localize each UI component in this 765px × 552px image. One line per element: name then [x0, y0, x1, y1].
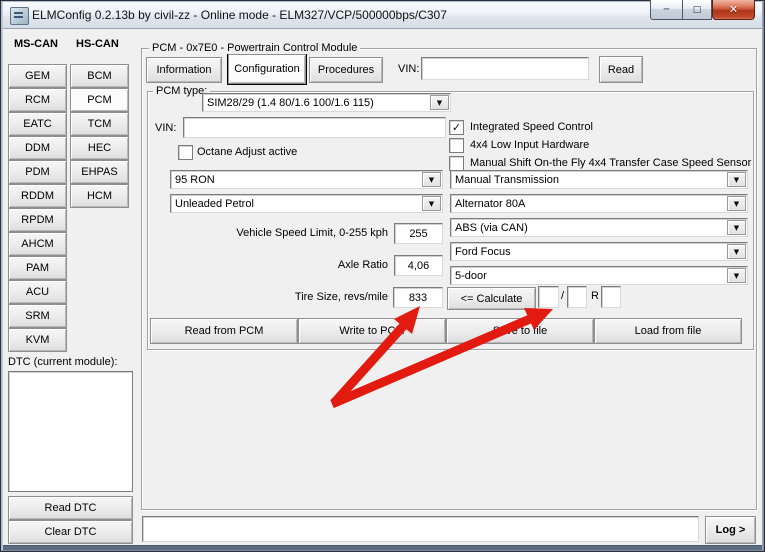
module-button-hec[interactable]: HEC: [70, 136, 129, 160]
speed-limit-label: Vehicle Speed Limit, 0-255 kph: [200, 227, 388, 239]
module-button-gem[interactable]: GEM: [8, 64, 67, 88]
dropdown-arrow-icon[interactable]: ▼: [727, 196, 746, 211]
module-button-tcm[interactable]: TCM: [70, 112, 129, 136]
manual-shift-checkbox[interactable]: ✓: [449, 156, 464, 171]
maximize-icon[interactable]: □: [682, 0, 712, 20]
module-button-kvm[interactable]: KVM: [8, 328, 67, 352]
tire-r-label: R: [591, 290, 599, 302]
clear-dtc-button[interactable]: Clear DTC: [8, 520, 133, 544]
tire-size-label: Tire Size, revs/mile: [200, 291, 388, 303]
alternator-value: Alternator 80A: [451, 198, 726, 210]
dropdown-arrow-icon[interactable]: ▼: [422, 172, 441, 187]
module-button-ahcm[interactable]: AHCM: [8, 232, 67, 256]
module-button-srm[interactable]: SRM: [8, 304, 67, 328]
module-button-pcm-selected[interactable]: PCM: [70, 88, 129, 112]
4x4-low-input-label: 4x4 Low Input Hardware: [470, 139, 589, 151]
dropdown-arrow-icon[interactable]: ▼: [727, 244, 746, 259]
read-vin-button[interactable]: Read: [599, 56, 643, 83]
write-to-pcm-button[interactable]: Write to PCM: [298, 318, 446, 344]
check-icon: ✓: [452, 122, 461, 133]
model-combo[interactable]: Ford Focus ▼: [450, 242, 748, 261]
octane-adjust-label: Octane Adjust active: [197, 146, 297, 158]
fuel-type-combo[interactable]: Unleaded Petrol ▼: [170, 194, 443, 213]
module-button-eatc[interactable]: EATC: [8, 112, 67, 136]
speed-limit-input[interactable]: [394, 223, 443, 244]
app-icon: [10, 7, 29, 25]
octane-rating-value: 95 RON: [171, 174, 421, 186]
tire-width-input[interactable]: [538, 286, 559, 308]
module-button-hcm[interactable]: HCM: [70, 184, 129, 208]
body-style-value: 5-door: [451, 270, 726, 282]
pcm-type-value: SIM28/29 (1.4 80/1.6 100/1.6 115): [203, 97, 429, 109]
module-button-rcm[interactable]: RCM: [8, 88, 67, 112]
module-button-rpdm[interactable]: RPDM: [8, 208, 67, 232]
rim-size-input[interactable]: [601, 286, 621, 308]
hs-can-label: HS-CAN: [76, 38, 119, 50]
module-button-rddm[interactable]: RDDM: [8, 184, 67, 208]
axle-ratio-input[interactable]: [394, 255, 443, 276]
abs-combo[interactable]: ABS (via CAN) ▼: [450, 218, 748, 237]
vin-bar-label: VIN:: [398, 63, 419, 75]
axle-ratio-label: Axle Ratio: [200, 259, 388, 271]
transmission-combo[interactable]: Manual Transmission ▼: [450, 170, 748, 189]
dtc-listbox[interactable]: [8, 371, 133, 492]
integrated-speed-control-label: Integrated Speed Control: [470, 121, 593, 133]
ms-can-label: MS-CAN: [14, 38, 58, 50]
octane-rating-combo[interactable]: 95 RON ▼: [170, 170, 443, 189]
dropdown-arrow-icon[interactable]: ▼: [430, 95, 449, 110]
elmconfig-window: ELMConfig 0.2.13b by civil-zz - Online m…: [0, 0, 765, 552]
manual-shift-label: Manual Shift On-the Fly 4x4 Transfer Cas…: [470, 157, 751, 169]
tab-configuration[interactable]: Configuration: [228, 54, 306, 84]
save-to-file-button[interactable]: Save to file: [446, 318, 594, 344]
pcm-groupbox-title: PCM - 0x7E0 - Powertrain Control Module: [149, 42, 360, 54]
module-button-acu[interactable]: ACU: [8, 280, 67, 304]
tab-information[interactable]: Information: [146, 57, 222, 83]
tire-size-input[interactable]: [393, 287, 443, 308]
fuel-type-value: Unleaded Petrol: [171, 198, 421, 210]
minimize-icon[interactable]: ─: [650, 0, 682, 20]
module-button-bcm[interactable]: BCM: [70, 64, 129, 88]
body-style-combo[interactable]: 5-door ▼: [450, 266, 748, 285]
read-from-pcm-button[interactable]: Read from PCM: [150, 318, 298, 344]
pcm-type-combo[interactable]: SIM28/29 (1.4 80/1.6 100/1.6 115) ▼: [202, 93, 451, 112]
module-button-pam[interactable]: PAM: [8, 256, 67, 280]
window-title: ELMConfig 0.2.13b by civil-zz - Online m…: [32, 8, 447, 22]
tire-aspect-input[interactable]: [567, 286, 587, 308]
dropdown-arrow-icon[interactable]: ▼: [422, 196, 441, 211]
transmission-value: Manual Transmission: [451, 174, 726, 186]
octane-adjust-checkbox[interactable]: ✓: [178, 145, 193, 160]
alternator-combo[interactable]: Alternator 80A ▼: [450, 194, 748, 213]
vin-config-input[interactable]: [183, 117, 446, 138]
tire-separator-label: /: [561, 290, 564, 302]
vin-bar-input[interactable]: [421, 57, 589, 80]
close-icon[interactable]: ✕: [712, 0, 755, 20]
log-input[interactable]: [142, 516, 699, 542]
dropdown-arrow-icon[interactable]: ▼: [727, 268, 746, 283]
abs-value: ABS (via CAN): [451, 222, 726, 234]
tab-procedures[interactable]: Procedures: [309, 57, 383, 83]
read-dtc-button[interactable]: Read DTC: [8, 496, 133, 520]
window-controls: ─ □ ✕: [650, 0, 755, 20]
module-button-ddm[interactable]: DDM: [8, 136, 67, 160]
integrated-speed-control-checkbox[interactable]: ✓: [449, 120, 464, 135]
dtc-label: DTC (current module):: [8, 356, 117, 368]
vin-config-label: VIN:: [155, 122, 176, 134]
log-button[interactable]: Log >: [705, 516, 756, 544]
dropdown-arrow-icon[interactable]: ▼: [727, 172, 746, 187]
load-from-file-button[interactable]: Load from file: [594, 318, 742, 344]
dropdown-arrow-icon[interactable]: ▼: [727, 220, 746, 235]
model-value: Ford Focus: [451, 246, 726, 258]
module-button-pdm[interactable]: PDM: [8, 160, 67, 184]
4x4-low-input-checkbox[interactable]: ✓: [449, 138, 464, 153]
module-button-ehpas[interactable]: EHPAS: [70, 160, 129, 184]
calculate-button[interactable]: <= Calculate: [447, 287, 536, 310]
